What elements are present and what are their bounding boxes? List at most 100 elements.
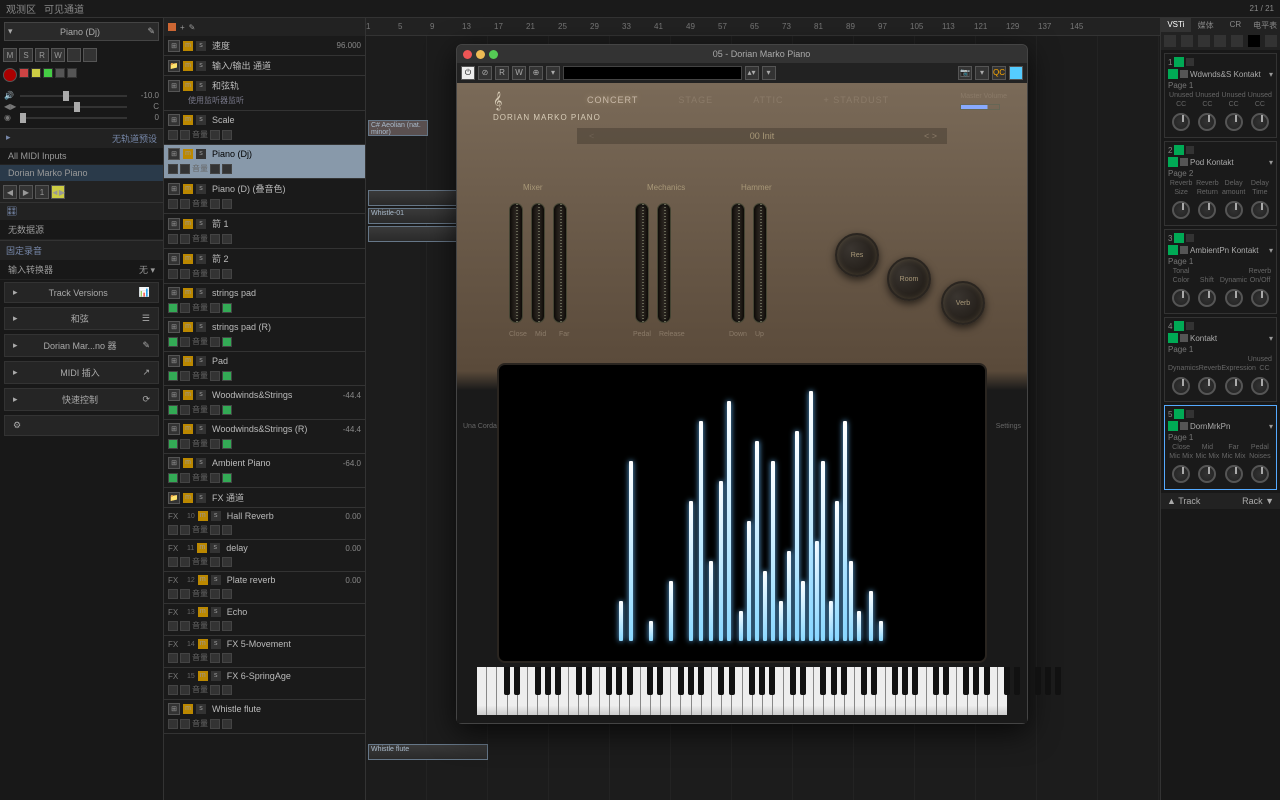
solo-btn[interactable]: s [196,81,206,91]
qc-knob[interactable] [1172,377,1190,395]
rec-enable[interactable] [168,164,178,174]
track-row[interactable]: ⊞msPad音量 [164,352,365,386]
rec-enable[interactable] [168,303,178,313]
btn-settings[interactable]: ⚙ [4,415,159,436]
mute-btn[interactable]: m [183,61,193,71]
track-row[interactable]: ⊞msstrings pad音量 [164,284,365,318]
solo-btn[interactable]: s [196,115,206,125]
black-key[interactable] [800,667,806,695]
gear-icon[interactable] [1265,35,1277,47]
tab-cr[interactable]: CR [1221,18,1251,32]
power-icon[interactable] [1174,233,1184,243]
track-row[interactable]: ⊞msWoodwinds&Strings-44.4音量 [164,386,365,420]
mute-btn[interactable]: m [183,184,193,194]
section-routing[interactable]: ▸无轨道预设 [0,128,163,148]
black-key[interactable] [514,667,520,695]
rec-enable[interactable] [168,685,178,695]
mute-btn[interactable]: m [183,424,193,434]
qc-knob[interactable] [1172,113,1190,131]
mute-btn[interactable]: m [183,704,193,714]
track-row[interactable]: ⊞msPiano (D) (叠音色)音量 [164,179,365,214]
fader-mid[interactable] [531,203,545,323]
preset-display[interactable]: 00 Init [577,128,947,144]
fader-far[interactable] [553,203,567,323]
fader-down[interactable] [731,203,745,323]
mute-btn[interactable]: m [197,543,207,553]
black-key[interactable] [657,667,663,695]
track-row[interactable]: FX10msHall Reverb0.00音量 [164,508,365,540]
mute-btn[interactable]: m [183,322,193,332]
tab-stage[interactable]: STAGE [678,95,713,105]
track-row[interactable]: FX13msEcho音量 [164,604,365,636]
track-row[interactable]: ⊞msstrings pad (R)音量 [164,318,365,352]
preset-next[interactable]: < > [924,131,937,141]
preset-field[interactable] [563,66,742,80]
mute-btn[interactable]: m [183,356,193,366]
mute-btn[interactable]: m [183,493,193,503]
solo-btn[interactable]: s [196,149,206,159]
solo-btn[interactable]: S [19,48,33,62]
solo-btn[interactable]: s [196,424,206,434]
mute-btn[interactable]: m [183,390,193,400]
solo-btn[interactable]: s [196,493,206,503]
vst-slot[interactable]: 4Kontakt▾Page 1UnusedDynamicsReverbExpre… [1164,317,1277,402]
rec-enable[interactable] [168,199,178,209]
knob-verb[interactable]: Verb [941,281,985,325]
black-key[interactable] [769,667,775,695]
channel-selector[interactable]: ▾Piano (Dj)✎ [4,22,159,41]
black-key[interactable] [1004,667,1010,695]
black-key[interactable] [586,667,592,695]
rack-toggle[interactable]: Rack ▼ [1242,496,1274,506]
black-key[interactable] [555,667,561,695]
mute-btn[interactable]: m [198,607,208,617]
solo-btn[interactable]: s [196,41,206,51]
vst-slot[interactable]: 5DornMrkPn▾Page 1CloseMidFarPedalMic Mix… [1164,405,1277,490]
solo-btn[interactable]: s [196,458,206,468]
tab-concert[interactable]: CONCERT [587,95,638,105]
black-key[interactable] [749,667,755,695]
fader-up[interactable] [753,203,767,323]
track-row[interactable]: FX15msFX 6-SpringAge音量 [164,668,365,700]
mute-btn[interactable]: m [198,511,208,521]
rec-enable[interactable] [168,439,178,449]
track-toggle[interactable]: ▲ Track [1167,496,1200,506]
mute-btn[interactable]: m [183,41,193,51]
solo-btn[interactable]: s [196,61,206,71]
add-icon[interactable]: + [180,23,185,32]
tab-visible-chan[interactable]: 可见通道 [44,1,84,16]
rec-enable[interactable] [168,525,178,535]
vst-slot[interactable]: 1Wdwnds&S Kontakt▾Page 1UnusedUnusedUnus… [1164,53,1277,138]
rec-enable[interactable] [168,405,178,415]
tab-stardust[interactable]: + STARDUST [824,95,890,105]
black-key[interactable] [576,667,582,695]
write-btn[interactable]: W [51,48,65,62]
btn-chords[interactable]: ▸和弦☰ [4,307,159,330]
black-key[interactable] [759,667,765,695]
power-icon[interactable] [1174,57,1184,67]
black-key[interactable] [841,667,847,695]
track-row[interactable]: ⊞msWoodwinds&Strings (R)-44.4音量 [164,420,365,454]
mute-btn[interactable]: m [198,639,208,649]
edit-icon[interactable]: ✎ [189,23,196,32]
rec-enable[interactable] [168,337,178,347]
black-key[interactable] [963,667,969,695]
black-key[interactable] [902,667,908,695]
black-key[interactable] [606,667,612,695]
black-key[interactable] [984,667,990,695]
mute-btn[interactable]: m [183,149,193,159]
solo-btn[interactable]: s [210,543,220,553]
knob-room[interactable]: Room [887,257,931,301]
black-key[interactable] [627,667,633,695]
mute-btn[interactable]: m [183,219,193,229]
track-row[interactable]: 📁ms输入/输出 通道 [164,56,365,76]
rec-enable[interactable] [168,653,178,663]
track-row[interactable]: ⊞ms和弦轨使用监听器监听 [164,76,365,111]
close-icon[interactable] [463,50,472,59]
clip[interactable]: C# Aeolian (nat. minor) [368,120,428,136]
black-key[interactable] [973,667,979,695]
tab-meter[interactable]: 电平表 [1250,18,1280,32]
rec-enable[interactable] [168,130,178,140]
black-key[interactable] [861,667,867,695]
vst-slot[interactable]: 3AmbientPn Kontakt▾Page 1TonalReverbColo… [1164,229,1277,314]
power-icon[interactable] [1174,321,1184,331]
